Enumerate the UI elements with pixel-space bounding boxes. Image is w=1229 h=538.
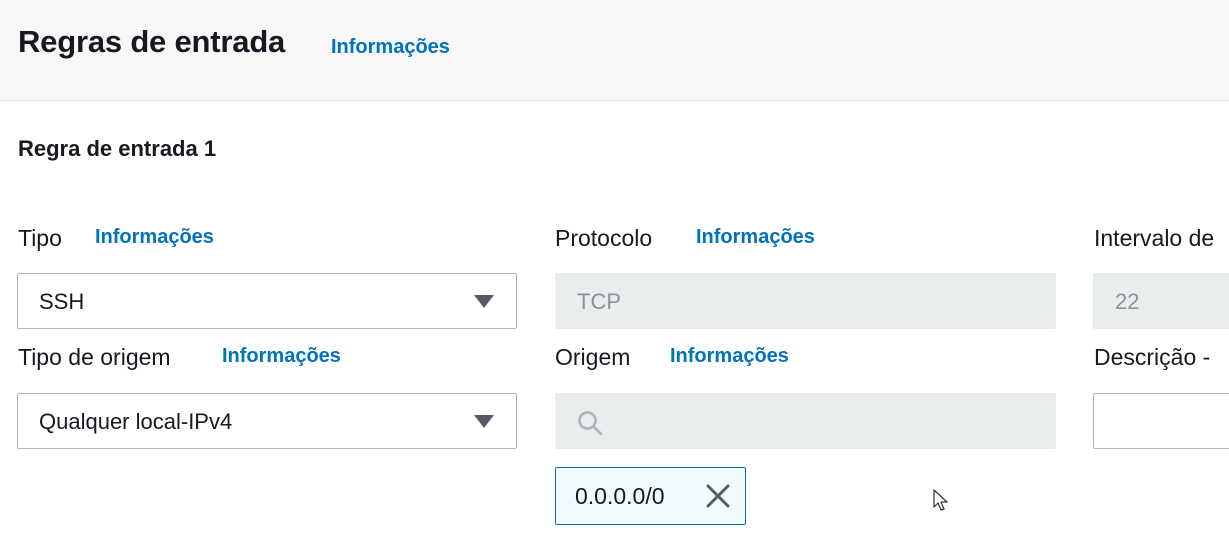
descricao-input[interactable] <box>1093 393 1229 449</box>
protocolo-label: Protocolo <box>555 225 653 251</box>
tipo-value: SSH <box>39 289 85 314</box>
page-header: Regras de entrada Informações <box>0 0 1229 101</box>
tipo-origem-select[interactable]: Qualquer local-IPv4 <box>17 393 517 449</box>
page-title: Regras de entrada <box>18 24 286 59</box>
intervalo-field: 22 <box>1093 273 1229 329</box>
origem-token-label: 0.0.0.0/0 <box>575 483 665 509</box>
tipo-info-link[interactable]: Informações <box>95 226 214 249</box>
rule-title: Regra de entrada 1 <box>18 136 217 161</box>
header-info-link[interactable]: Informações <box>331 36 450 59</box>
protocolo-info-link[interactable]: Informações <box>696 226 815 249</box>
descricao-label: Descrição - <box>1094 344 1211 370</box>
intervalo-value: 22 <box>1115 289 1140 314</box>
protocolo-field: TCP <box>555 273 1056 329</box>
origem-info-link[interactable]: Informações <box>670 345 789 368</box>
tipo-origem-value: Qualquer local-IPv4 <box>39 409 233 434</box>
origem-token: 0.0.0.0/0 <box>555 467 746 525</box>
protocolo-value: TCP <box>577 289 621 314</box>
intervalo-label: Intervalo de <box>1094 225 1215 251</box>
tipo-origem-label: Tipo de origem <box>18 344 171 370</box>
origem-search-input[interactable] <box>555 393 1056 449</box>
search-icon <box>578 411 603 436</box>
tipo-origem-info-link[interactable]: Informações <box>222 345 341 368</box>
origem-label: Origem <box>555 344 631 370</box>
mouse-cursor-icon <box>933 489 948 511</box>
caret-down-icon <box>474 415 494 428</box>
caret-down-icon <box>474 295 494 308</box>
tipo-label: Tipo <box>18 225 62 251</box>
tipo-select[interactable]: SSH <box>17 273 517 329</box>
close-icon[interactable] <box>705 483 731 509</box>
